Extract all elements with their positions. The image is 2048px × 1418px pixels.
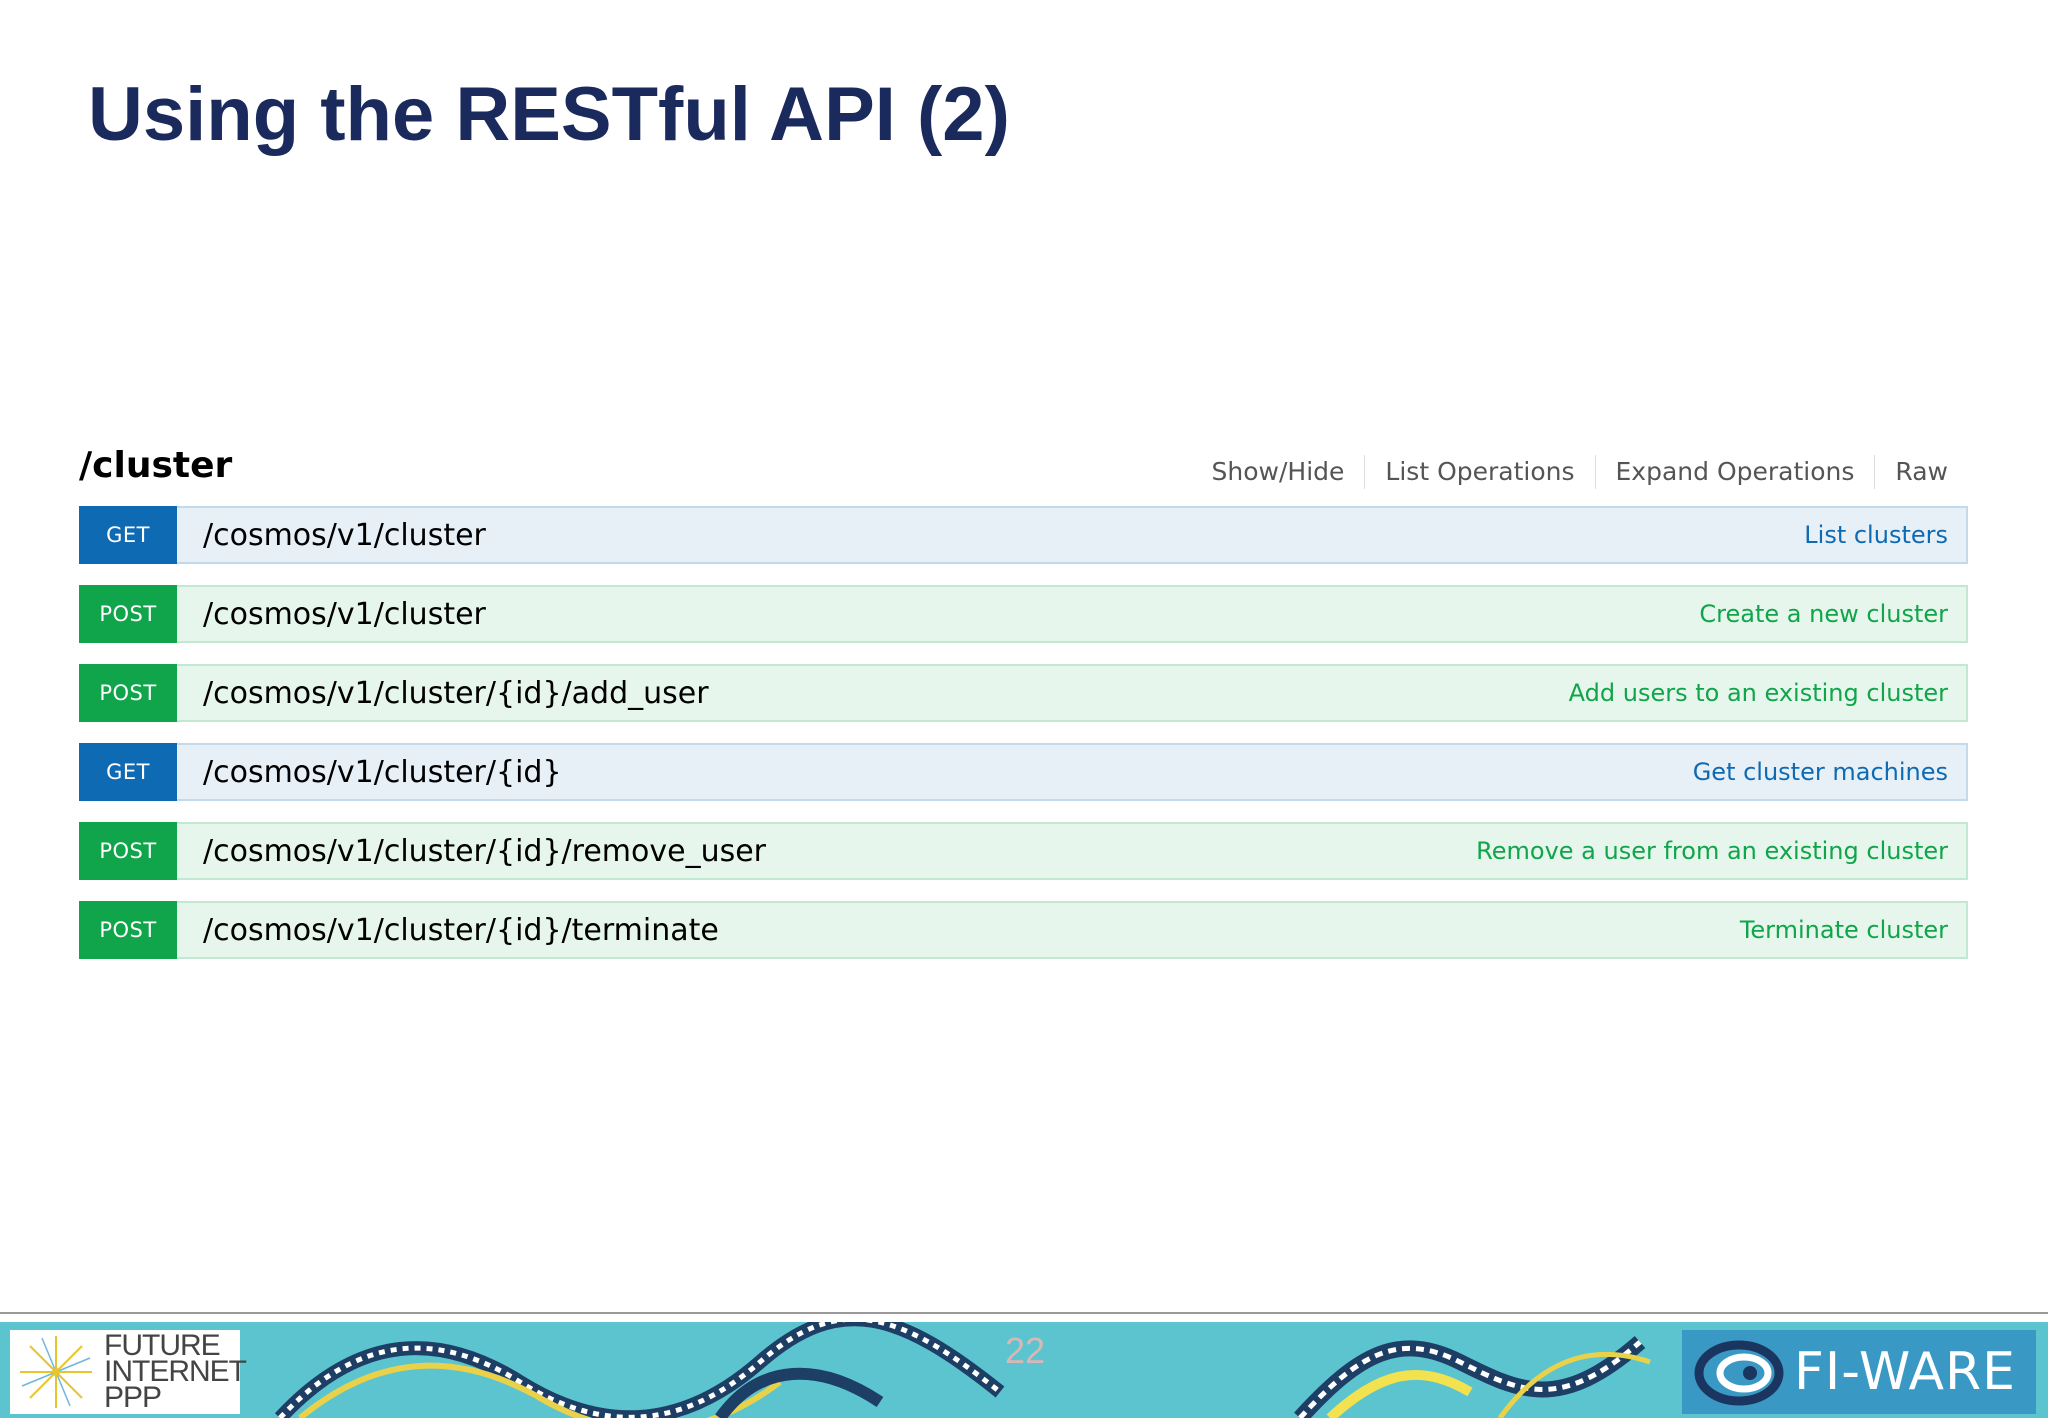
operation-summary-link[interactable]: Create a new cluster — [1699, 587, 1966, 641]
resource-name-link[interactable]: /cluster — [79, 444, 232, 488]
operation-row[interactable]: POST /cosmos/v1/cluster/{id}/add_user Ad… — [79, 664, 1968, 722]
slide: Using the RESTful API (2) /cluster Show/… — [0, 0, 2048, 1418]
footer-divider — [0, 1312, 2048, 1314]
show-hide-link[interactable]: Show/Hide — [1212, 455, 1345, 489]
fi-ppp-line-3: PPP — [104, 1381, 162, 1414]
http-method-badge[interactable]: GET — [79, 743, 177, 801]
operation-path-link[interactable]: /cosmos/v1/cluster/{id} — [177, 745, 1693, 799]
http-method-badge[interactable]: POST — [79, 901, 177, 959]
options-divider — [1364, 455, 1366, 489]
http-method-badge[interactable]: POST — [79, 585, 177, 643]
operation-summary-link[interactable]: Terminate cluster — [1740, 903, 1966, 957]
fi-ppp-logo-text: FUTURE INTERNET PPP — [104, 1331, 247, 1414]
operation-row[interactable]: GET /cosmos/v1/cluster List clusters — [79, 506, 1968, 564]
operation-path-link[interactable]: /cosmos/v1/cluster/{id}/terminate — [177, 903, 1740, 957]
operation-row[interactable]: POST /cosmos/v1/cluster/{id}/terminate T… — [79, 901, 1968, 959]
operation-path-link[interactable]: /cosmos/v1/cluster — [177, 587, 1699, 641]
page-number: 22 — [1004, 1330, 1046, 1371]
operation-summary-link[interactable]: List clusters — [1804, 508, 1966, 562]
operation-summary-link[interactable]: Remove a user from an existing cluster — [1476, 824, 1966, 878]
resource-cluster: /cluster Show/Hide List Operations Expan… — [79, 440, 1968, 980]
operation-list: GET /cosmos/v1/cluster List clusters POS… — [79, 506, 1968, 959]
operation-path-link[interactable]: /cosmos/v1/cluster/{id}/add_user — [177, 666, 1569, 720]
operation-row[interactable]: POST /cosmos/v1/cluster/{id}/remove_user… — [79, 822, 1968, 880]
raw-link[interactable]: Raw — [1895, 455, 1948, 489]
expand-operations-link[interactable]: Expand Operations — [1616, 455, 1855, 489]
http-method-badge[interactable]: POST — [79, 664, 177, 722]
resource-options: Show/Hide List Operations Expand Operati… — [1212, 455, 1948, 489]
footer-band: 22 FUTURE INTERNET PPP FI-WARE — [0, 1322, 2048, 1418]
fiware-logo-text: FI-WARE — [1794, 1342, 2017, 1402]
fi-ppp-starburst-icon — [20, 1336, 92, 1408]
list-operations-link[interactable]: List Operations — [1385, 455, 1574, 489]
future-internet-ppp-logo: FUTURE INTERNET PPP — [10, 1330, 247, 1414]
operation-row[interactable]: GET /cosmos/v1/cluster/{id} Get cluster … — [79, 743, 1968, 801]
operation-path-link[interactable]: /cosmos/v1/cluster/{id}/remove_user — [177, 824, 1476, 878]
fiware-logo: FI-WARE — [1682, 1330, 2036, 1414]
operation-summary-link[interactable]: Add users to an existing cluster — [1569, 666, 1966, 720]
http-method-badge[interactable]: POST — [79, 822, 177, 880]
http-method-badge[interactable]: GET — [79, 506, 177, 564]
operation-row[interactable]: POST /cosmos/v1/cluster Create a new clu… — [79, 585, 1968, 643]
resource-header: /cluster Show/Hide List Operations Expan… — [79, 440, 1968, 506]
options-divider — [1874, 455, 1876, 489]
operation-path-link[interactable]: /cosmos/v1/cluster — [177, 508, 1804, 562]
options-divider — [1594, 455, 1596, 489]
operation-summary-link[interactable]: Get cluster machines — [1693, 745, 1966, 799]
fiware-swirl-icon — [1694, 1340, 1784, 1406]
slide-title: Using the RESTful API (2) — [88, 72, 1010, 157]
